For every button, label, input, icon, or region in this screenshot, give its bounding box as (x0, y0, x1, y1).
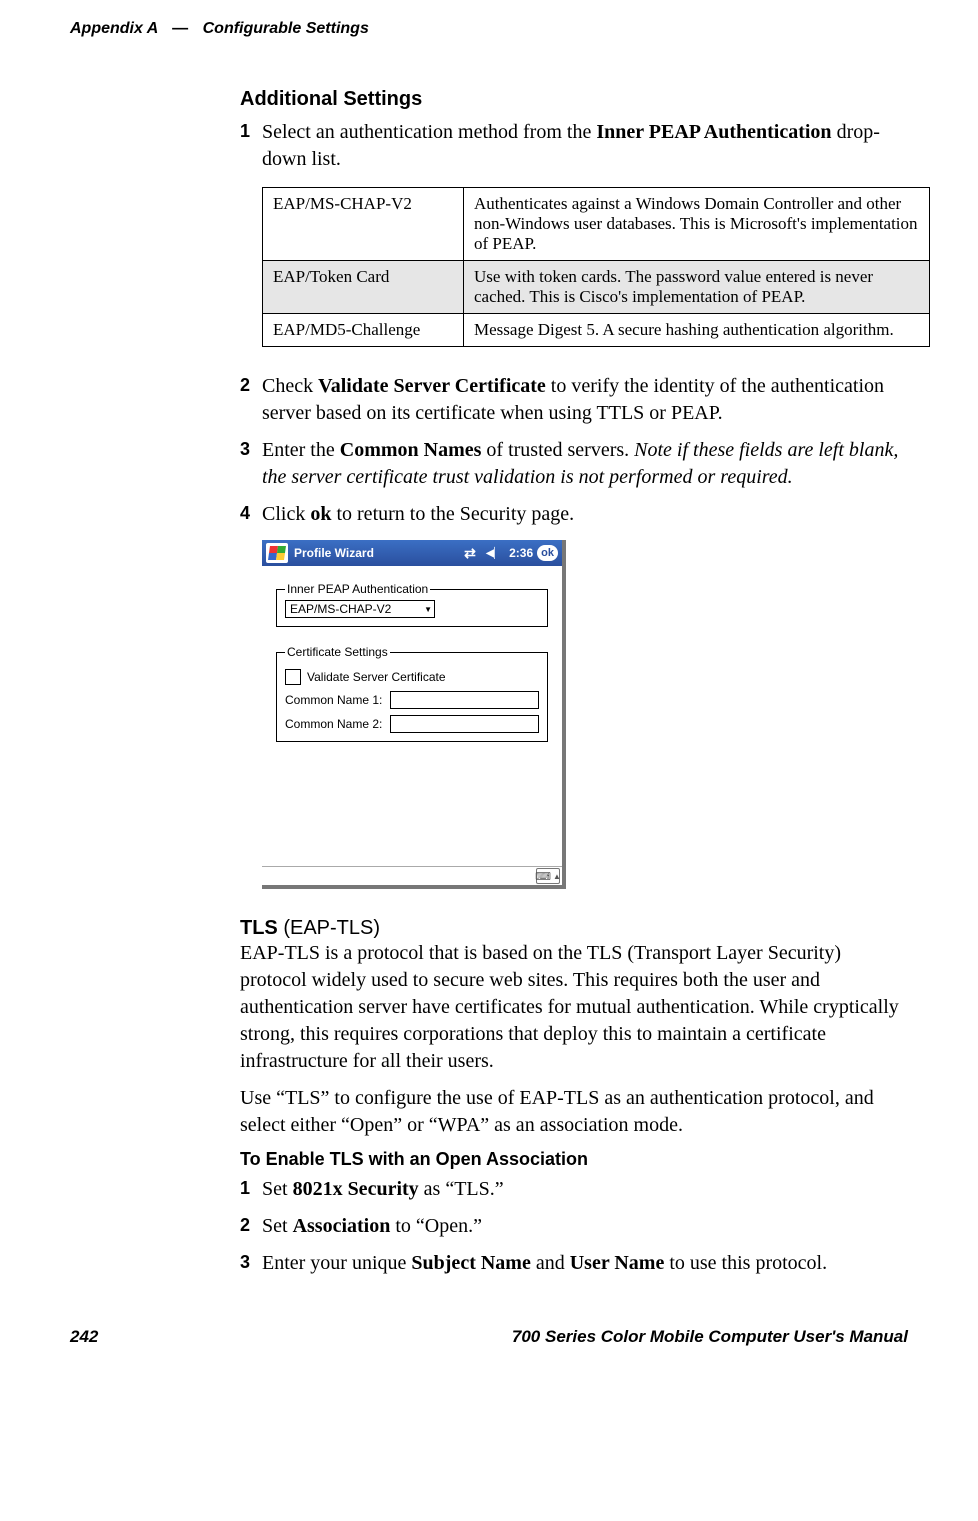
combo-value: EAP/MS-CHAP-V2 (290, 602, 391, 616)
s3-bold1: Subject Name (411, 1252, 530, 1274)
cert-legend: Certificate Settings (285, 645, 390, 659)
manual-title: 700 Series Color Mobile Computer User's … (512, 1327, 908, 1347)
table-row: EAP/Token Card Use with token cards. The… (263, 261, 930, 314)
step-2: 2 Check Validate Server Certificate to v… (240, 373, 908, 427)
header-divider: — (172, 20, 188, 37)
step-1: 1 Select an authentication method from t… (240, 119, 908, 173)
step3-bold: Common Names (340, 439, 482, 461)
step4-post: to return to the Security page. (331, 503, 574, 525)
s2-pre: Set (262, 1215, 293, 1237)
content-area: Additional Settings 1 Select an authenti… (240, 88, 908, 1277)
tls-para-2: Use “TLS” to configure the use of EAP-TL… (240, 1085, 908, 1139)
common-name-1-input[interactable] (390, 691, 539, 709)
step3-pre: Enter the (262, 439, 340, 461)
certificate-settings-group: Certificate Settings Validate Server Cer… (276, 645, 548, 742)
step-number: 3 (240, 437, 250, 461)
step-number: 1 (240, 1176, 250, 1200)
tls-heading: TLS (EAP-TLS) (240, 917, 908, 940)
step4-bold: ok (310, 503, 331, 525)
volume-icon[interactable] (486, 545, 502, 561)
device-body: Inner PEAP Authentication EAP/MS-CHAP-V2… (262, 566, 562, 866)
cell-method: EAP/MS-CHAP-V2 (263, 188, 464, 261)
cn2-label: Common Name 2: (285, 717, 390, 731)
tls-step-2: 2 Set Association to “Open.” (240, 1213, 908, 1240)
enable-tls-heading: To Enable TLS with an Open Association (240, 1149, 908, 1170)
enable-tls-steps: 1 Set 8021x Security as “TLS.” 2 Set Ass… (240, 1176, 908, 1277)
section-title: Configurable Settings (203, 20, 369, 37)
windows-flag-icon (268, 546, 286, 560)
validate-server-label: Validate Server Certificate (307, 670, 446, 684)
step1-text-pre: Select an authentication method from the (262, 121, 596, 143)
table-row: EAP/MS-CHAP-V2 Authenticates against a W… (263, 188, 930, 261)
s3-post: to use this protocol. (664, 1252, 827, 1274)
cell-desc: Authenticates against a Windows Domain C… (464, 188, 930, 261)
step2-pre: Check (262, 375, 318, 397)
validate-server-checkbox[interactable] (285, 669, 301, 685)
common-name-2-row: Common Name 2: (285, 715, 539, 733)
device-screenshot: Profile Wizard 2:36 ok Inner PEAP Authen… (262, 540, 566, 889)
additional-steps-list: 1 Select an authentication method from t… (240, 119, 908, 173)
s3-bold2: User Name (570, 1252, 665, 1274)
step-3: 3 Enter the Common Names of trusted serv… (240, 437, 908, 491)
tls-heading-bold: TLS (240, 917, 278, 939)
step2-bold: Validate Server Certificate (318, 375, 546, 397)
s1-pre: Set (262, 1178, 293, 1200)
step3-mid: of trusted servers. (481, 439, 634, 461)
step-4: 4 Click ok to return to the Security pag… (240, 501, 908, 528)
cell-method: EAP/Token Card (263, 261, 464, 314)
tls-heading-rest: (EAP-TLS) (278, 917, 380, 939)
step-number: 4 (240, 501, 250, 525)
keyboard-icon[interactable] (536, 868, 560, 884)
s2-post: to “Open.” (390, 1215, 482, 1237)
table-row: EAP/MD5-Challenge Message Digest 5. A se… (263, 314, 930, 347)
network-icon[interactable] (464, 545, 480, 561)
auth-methods-table: EAP/MS-CHAP-V2 Authenticates against a W… (262, 187, 930, 347)
running-header: Appendix A — Configurable Settings (70, 20, 908, 38)
additional-steps-list-cont: 2 Check Validate Server Certificate to v… (240, 373, 908, 528)
s2-bold: Association (293, 1215, 391, 1237)
cell-desc: Use with token cards. The password value… (464, 261, 930, 314)
titlebar: Profile Wizard 2:36 ok (262, 540, 562, 566)
cell-method: EAP/MD5-Challenge (263, 314, 464, 347)
ok-button[interactable]: ok (537, 545, 558, 561)
page-number: 242 (70, 1327, 98, 1347)
s1-bold: 8021x Security (293, 1178, 419, 1200)
step-number: 2 (240, 1213, 250, 1237)
s3-pre: Enter your unique (262, 1252, 411, 1274)
common-name-2-input[interactable] (390, 715, 539, 733)
common-name-1-row: Common Name 1: (285, 691, 539, 709)
tls-para-1: EAP-TLS is a protocol that is based on t… (240, 940, 908, 1075)
appendix-label: Appendix A (70, 20, 158, 37)
step1-text-bold: Inner PEAP Authentication (596, 121, 831, 143)
step-number: 3 (240, 1250, 250, 1274)
cell-desc: Message Digest 5. A secure hashing authe… (464, 314, 930, 347)
s1-post: as “TLS.” (419, 1178, 504, 1200)
s3-mid: and (531, 1252, 570, 1274)
inner-peap-group: Inner PEAP Authentication EAP/MS-CHAP-V2… (276, 582, 548, 627)
page: Appendix A — Configurable Settings Addit… (0, 0, 978, 1387)
tls-step-3: 3 Enter your unique Subject Name and Use… (240, 1250, 908, 1277)
device-bottom-bar (262, 866, 562, 885)
inner-peap-legend: Inner PEAP Authentication (285, 582, 430, 596)
step-number: 1 (240, 119, 250, 143)
clock-text[interactable]: 2:36 (509, 546, 533, 560)
chevron-down-icon: ▼ (424, 605, 432, 614)
start-icon[interactable] (266, 543, 288, 563)
validate-row: Validate Server Certificate (285, 669, 539, 685)
auth-method-combobox[interactable]: EAP/MS-CHAP-V2 ▼ (285, 600, 435, 618)
step-number: 2 (240, 373, 250, 397)
window-title: Profile Wizard (294, 546, 374, 560)
step4-pre: Click (262, 503, 310, 525)
tls-step-1: 1 Set 8021x Security as “TLS.” (240, 1176, 908, 1203)
additional-settings-heading: Additional Settings (240, 88, 908, 111)
page-footer: 242 700 Series Color Mobile Computer Use… (70, 1327, 908, 1347)
cn1-label: Common Name 1: (285, 693, 390, 707)
